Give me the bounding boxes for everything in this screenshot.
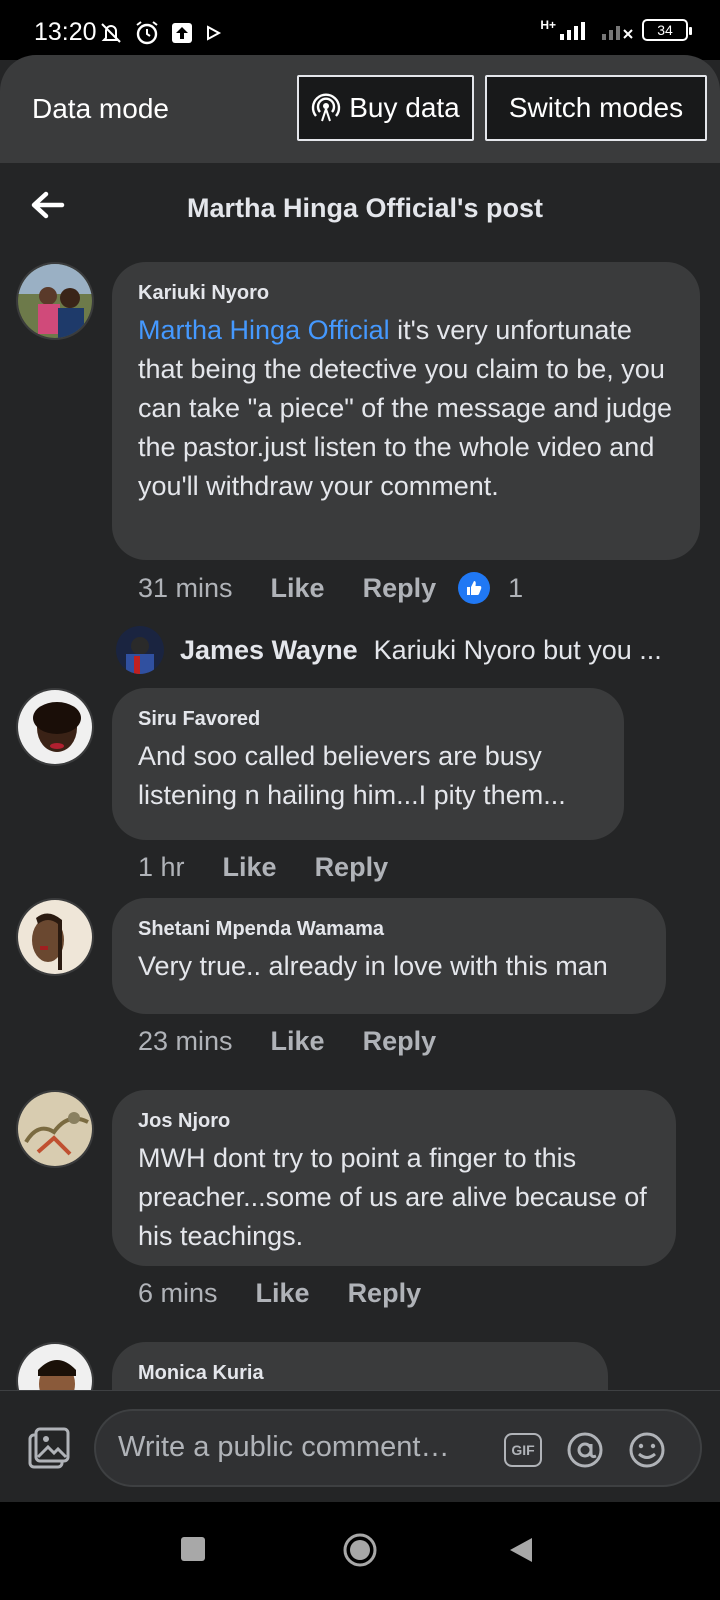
like-button[interactable]: Like	[223, 852, 277, 883]
like-button[interactable]: Like	[256, 1278, 310, 1309]
emoji-icon[interactable]	[628, 1431, 666, 1469]
signal-icon	[560, 22, 585, 40]
home-icon[interactable]	[342, 1532, 378, 1568]
comment-bubble[interactable]: Jos Njoro MWH dont try to point a finger…	[112, 1090, 676, 1266]
battery-icon: 34	[642, 19, 692, 41]
broadcast-icon	[312, 93, 341, 122]
buy-data-button[interactable]: Buy data	[297, 75, 474, 141]
play-icon	[207, 25, 222, 41]
comment-time: 23 mins	[138, 1026, 233, 1056]
comment-time: 1 hr	[138, 852, 185, 882]
system-nav-bar	[0, 1502, 720, 1600]
thumbs-up-icon	[458, 572, 491, 604]
avatar[interactable]	[16, 1090, 94, 1168]
comment-bubble[interactable]: Shetani Mpenda Wamama Very true.. alread…	[112, 898, 666, 1014]
avatar[interactable]	[16, 1342, 94, 1390]
comment-time: 31 mins	[138, 572, 233, 603]
like-button[interactable]: Like	[271, 1026, 325, 1057]
status-time: 13:20	[34, 18, 97, 46]
signal-off-icon	[602, 26, 633, 40]
comment-actions: 6 mins Like Reply	[138, 1278, 421, 1309]
status-bar: 13:20 H+ 34	[0, 0, 720, 60]
switch-modes-label: Switch modes	[508, 92, 684, 123]
page-title: Martha Hinga Official's post	[187, 193, 543, 223]
mention-link[interactable]: Martha Hinga Official	[138, 315, 390, 345]
comment-text: Very true.. already in love with this ma…	[138, 951, 608, 981]
comment-author[interactable]: Siru Favored	[138, 708, 598, 731]
reply-button[interactable]: Reply	[363, 573, 437, 604]
buy-data-label: Buy data	[349, 92, 460, 123]
recents-icon[interactable]	[180, 1536, 206, 1562]
upload-icon	[172, 23, 192, 43]
comment-author[interactable]: Jos Njoro	[138, 1110, 650, 1133]
reaction-summary[interactable]: 1	[458, 572, 523, 604]
comment-actions: 23 mins Like Reply	[138, 1026, 436, 1057]
like-button[interactable]: Like	[271, 573, 325, 604]
data-mode-title: Data mode	[32, 93, 169, 124]
post-header: Martha Hinga Official's post	[0, 163, 720, 253]
reply-author[interactable]: James Wayne	[180, 635, 358, 666]
alarm-icon	[136, 21, 158, 45]
comment-author[interactable]: Kariuki Nyoro	[138, 282, 674, 305]
comment-text: MWH dont try to point a finger to this p…	[138, 1143, 647, 1251]
avatar[interactable]	[16, 898, 94, 976]
post-comments-screen: 13:20 H+ 34 Data mode Buy data Switch mo…	[0, 0, 720, 1600]
reply-button[interactable]: Reply	[348, 1278, 422, 1309]
back-icon[interactable]	[508, 1536, 534, 1564]
comment-input[interactable]: Write a public comment… GIF	[94, 1409, 702, 1487]
comment-actions: 31 mins Like Reply 1	[138, 572, 523, 604]
comment-time: 6 mins	[138, 1278, 218, 1308]
reply-button[interactable]: Reply	[363, 1026, 437, 1057]
avatar[interactable]	[16, 262, 94, 340]
photo-icon[interactable]	[26, 1427, 70, 1471]
comment-bubble[interactable]: Siru Favored And soo called believers ar…	[112, 688, 624, 840]
status-icons	[98, 20, 222, 46]
reaction-count: 1	[508, 572, 524, 603]
comment-composer: Write a public comment… GIF	[0, 1390, 720, 1502]
gif-icon[interactable]: GIF	[504, 1431, 542, 1469]
network-label: H+	[540, 18, 556, 32]
comment-author[interactable]: Shetani Mpenda Wamama	[138, 918, 640, 941]
reply-preview[interactable]: James Wayne Kariuki Nyoro but you ...	[116, 626, 696, 674]
switch-modes-button[interactable]: Switch modes	[485, 75, 707, 141]
gif-label: GIF	[504, 1433, 542, 1467]
data-mode-banner: Data mode Buy data Switch modes	[0, 55, 720, 163]
mention-icon[interactable]	[566, 1431, 604, 1469]
reply-text: Kariuki Nyoro but you ...	[373, 634, 662, 665]
comment-bubble[interactable]: Kariuki Nyoro Martha Hinga Official it's…	[112, 262, 700, 560]
avatar[interactable]	[16, 688, 94, 766]
comment-text: Martha Hinga Official it's very unfortun…	[138, 311, 674, 506]
comment-bubble[interactable]: Monica Kuria	[112, 1342, 608, 1390]
reply-button[interactable]: Reply	[315, 852, 389, 883]
comment-author[interactable]: Monica Kuria	[138, 1362, 582, 1385]
comment-text: And soo called believers are busy listen…	[138, 741, 566, 810]
mute-icon	[101, 23, 121, 43]
comment-actions: 1 hr Like Reply	[138, 852, 388, 883]
avatar[interactable]	[116, 626, 164, 674]
status-right: H+ 34	[540, 18, 692, 42]
partial-comment: Monica Kuria	[0, 1330, 720, 1390]
comment-placeholder: Write a public comment…	[118, 1431, 450, 1463]
